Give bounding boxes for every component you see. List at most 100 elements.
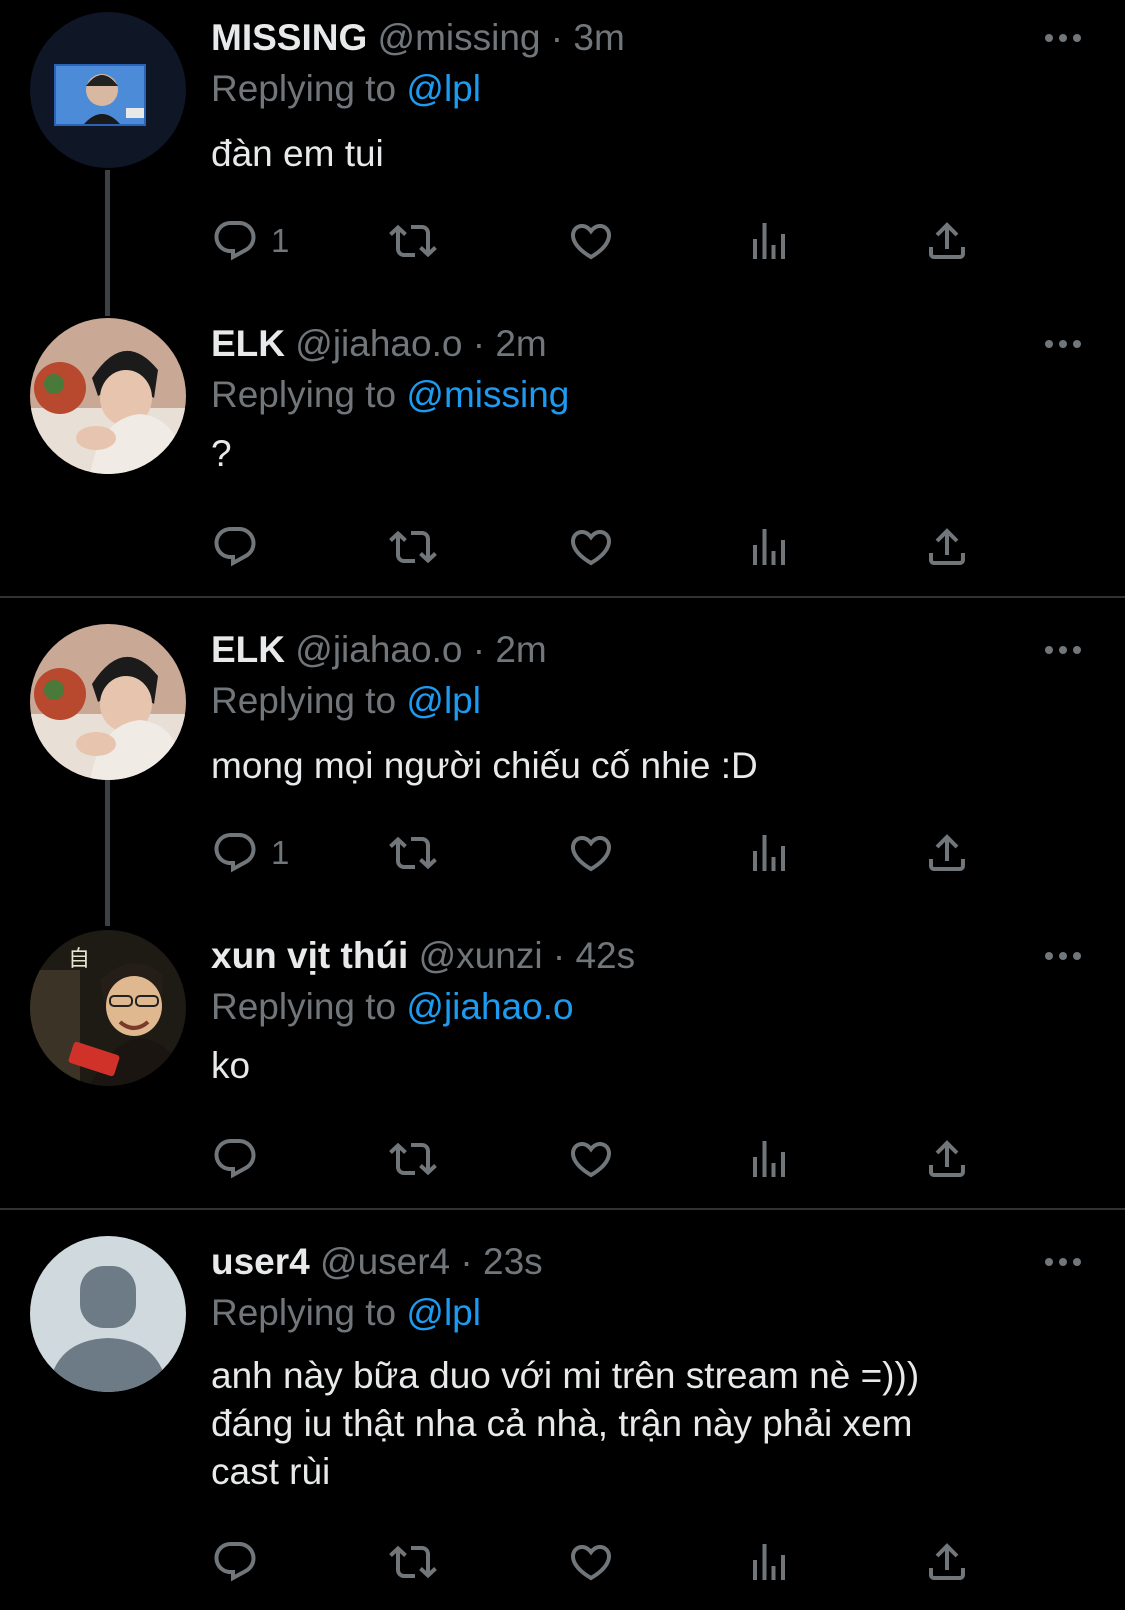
timestamp[interactable]: 42s (575, 935, 635, 976)
more-icon[interactable] (1043, 630, 1083, 670)
display-name[interactable]: ELK (211, 629, 285, 670)
retweet-icon (389, 530, 437, 564)
views-button[interactable] (745, 1131, 793, 1187)
views-button[interactable] (745, 213, 793, 269)
retweet-button[interactable] (389, 213, 437, 269)
retweet-icon (389, 224, 437, 258)
display-name[interactable]: MISSING (211, 17, 367, 58)
mention-link[interactable]: @missing (406, 374, 569, 415)
tweet-actions (211, 519, 1011, 575)
timestamp[interactable]: 2m (495, 323, 546, 364)
like-button[interactable] (567, 1131, 615, 1187)
user-handle[interactable]: @jiahao.o (295, 629, 462, 670)
reply-icon (214, 1542, 256, 1582)
share-button[interactable] (923, 519, 971, 575)
retweet-button[interactable] (389, 1131, 437, 1187)
user-handle[interactable]: @xunzi (419, 935, 543, 976)
mention-link[interactable]: @lpl (406, 1292, 481, 1333)
reply-count: 1 (271, 834, 290, 871)
avatar[interactable] (30, 318, 186, 474)
more-icon[interactable] (1043, 324, 1083, 364)
views-button[interactable] (745, 825, 793, 881)
default-avatar[interactable] (30, 1236, 186, 1392)
tweet-xunzi[interactable]: 自 xun vịt thúi @xunzi · 42s Replying to … (0, 918, 1125, 1208)
more-icon[interactable] (1043, 936, 1083, 976)
tweet-text: đàn em tui (211, 133, 384, 174)
user-handle[interactable]: @missing (378, 17, 541, 58)
share-button[interactable] (923, 825, 971, 881)
share-icon (929, 1140, 965, 1177)
reply-button[interactable] (211, 1131, 271, 1187)
like-button[interactable] (567, 213, 615, 269)
heart-icon (570, 836, 612, 872)
views-icon (753, 223, 785, 259)
like-button[interactable] (567, 519, 615, 575)
reply-button[interactable]: 1 (211, 213, 289, 269)
avatar-glyph: 自 (68, 947, 90, 972)
timestamp[interactable]: 2m (495, 629, 546, 670)
replying-to-prefix: Replying to (211, 1292, 397, 1333)
tweet-elk-2[interactable]: ELK @jiahao.o · 2m Replying to @lpl mong… (0, 612, 1125, 918)
mention-link[interactable]: @lpl (406, 680, 481, 721)
separator-dot: · (472, 323, 486, 364)
tweet-header: ELK @jiahao.o · 2m (211, 628, 547, 672)
display-name[interactable]: ELK (211, 323, 285, 364)
share-icon (929, 528, 965, 565)
user-handle[interactable]: @jiahao.o (295, 323, 462, 364)
reply-icon (214, 833, 256, 873)
reply-count: 1 (271, 222, 290, 259)
tweet-missing[interactable]: MISSING @missing · 3m Replying to @lpl đ… (0, 0, 1125, 306)
reply-button[interactable] (211, 1534, 271, 1590)
share-icon (929, 222, 965, 259)
replying-to-prefix: Replying to (211, 680, 397, 721)
tweet-text: mong mọi người chiếu cố nhie :D (211, 745, 758, 786)
reply-button[interactable]: 1 (211, 825, 289, 881)
tweet-header: ELK @jiahao.o · 2m (211, 322, 547, 366)
tweet-elk-1[interactable]: ELK @jiahao.o · 2m Replying to @missing … (0, 306, 1125, 596)
display-name[interactable]: user4 (211, 1241, 310, 1282)
display-name[interactable]: xun vịt thúi (211, 935, 408, 976)
timestamp[interactable]: 3m (573, 17, 624, 58)
replying-to: Replying to @lpl (211, 1291, 481, 1335)
tweet-text: ko (211, 1045, 251, 1086)
heart-icon (570, 530, 612, 566)
mention-link[interactable]: @jiahao.o (406, 986, 573, 1027)
mention-link[interactable]: @lpl (406, 68, 481, 109)
avatar[interactable] (30, 624, 186, 780)
heart-icon (570, 224, 612, 260)
tweet-header: MISSING @missing · 3m (211, 16, 625, 60)
share-button[interactable] (923, 1131, 971, 1187)
timestamp[interactable]: 23s (483, 1241, 543, 1282)
replying-to-prefix: Replying to (211, 374, 397, 415)
tweet-header: xun vịt thúi @xunzi · 42s (211, 934, 635, 978)
retweet-button[interactable] (389, 1534, 437, 1590)
more-icon[interactable] (1043, 18, 1083, 58)
separator-dot: · (550, 17, 564, 58)
avatar[interactable] (30, 12, 186, 168)
like-button[interactable] (567, 1534, 615, 1590)
retweet-icon (389, 1142, 437, 1176)
retweet-button[interactable] (389, 825, 437, 881)
reply-button[interactable] (211, 519, 271, 575)
replying-to-prefix: Replying to (211, 68, 397, 109)
more-icon[interactable] (1043, 1242, 1083, 1282)
user-handle[interactable]: @user4 (320, 1241, 450, 1282)
views-button[interactable] (745, 519, 793, 575)
share-icon (929, 1543, 965, 1580)
tweet-actions (211, 1131, 1011, 1187)
retweet-button[interactable] (389, 519, 437, 575)
reply-icon (214, 1139, 256, 1179)
like-button[interactable] (567, 825, 615, 881)
views-icon (753, 529, 785, 565)
replying-to: Replying to @jiahao.o (211, 985, 574, 1029)
share-button[interactable] (923, 213, 971, 269)
tweet-text: anh này bữa duo với mi trên stream nè =)… (211, 1355, 920, 1492)
retweet-icon (389, 836, 437, 870)
views-button[interactable] (745, 1534, 793, 1590)
share-button[interactable] (923, 1534, 971, 1590)
avatar[interactable]: 自 (30, 930, 186, 1086)
reply-icon (214, 527, 256, 567)
tweet-user4[interactable]: user4 @user4 · 23s Replying to @lpl anh … (0, 1224, 1125, 1610)
separator-dot: · (460, 1241, 473, 1282)
tweet-header: user4 @user4 · 23s (211, 1240, 543, 1284)
